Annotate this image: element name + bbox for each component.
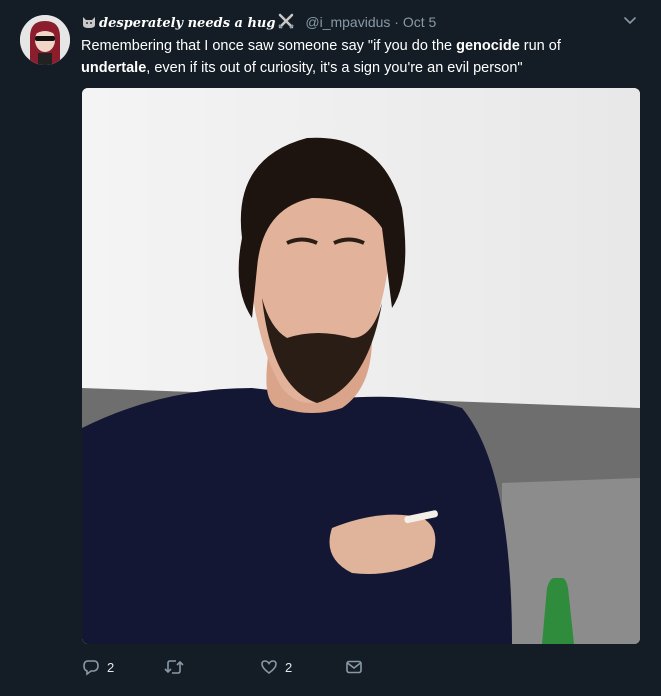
reply-count: 2 <box>107 659 115 675</box>
crossed-swords-icon <box>278 13 295 29</box>
display-name[interactable]: desperately needs a hug <box>99 16 275 31</box>
direct-message-button[interactable] <box>345 655 363 679</box>
heart-icon <box>261 660 277 674</box>
separator-dot: · <box>394 14 399 30</box>
tweet-text-part3: , even if its out of curiosity, it's a s… <box>146 60 523 76</box>
tweet: desperately needs a hug @i_mpavidus · Oc… <box>0 0 661 696</box>
reply-button[interactable]: 2 <box>82 655 114 679</box>
retweet-icon <box>164 660 184 674</box>
like-count: 2 <box>285 659 293 675</box>
cat-face-icon <box>83 17 95 28</box>
hashtag-genocide: genocide <box>456 38 520 54</box>
retweet-button[interactable] <box>164 655 191 679</box>
avatar-image <box>20 15 70 65</box>
tweet-header: desperately needs a hug @i_mpavidus · Oc… <box>81 12 617 32</box>
tweet-text-part2: run of <box>519 38 561 54</box>
photo-man-smoking <box>82 88 640 644</box>
reply-icon <box>83 660 99 676</box>
like-button[interactable]: 2 <box>260 655 292 679</box>
tweet-text: Remembering that I once saw someone say … <box>81 35 626 79</box>
tweet-actions: 2 2 <box>82 655 502 679</box>
tweet-text-part1: Remembering that I once saw someone say … <box>81 38 457 54</box>
hashtag-undertale: undertale <box>81 60 147 76</box>
direct-message-icon <box>346 660 362 674</box>
handle[interactable]: @i_mpavidus <box>305 14 390 30</box>
avatar[interactable] <box>20 15 70 65</box>
chevron-down-icon[interactable] <box>623 14 637 28</box>
tweet-photo[interactable] <box>82 88 640 644</box>
tweet-date[interactable]: Oct 5 <box>403 14 436 30</box>
